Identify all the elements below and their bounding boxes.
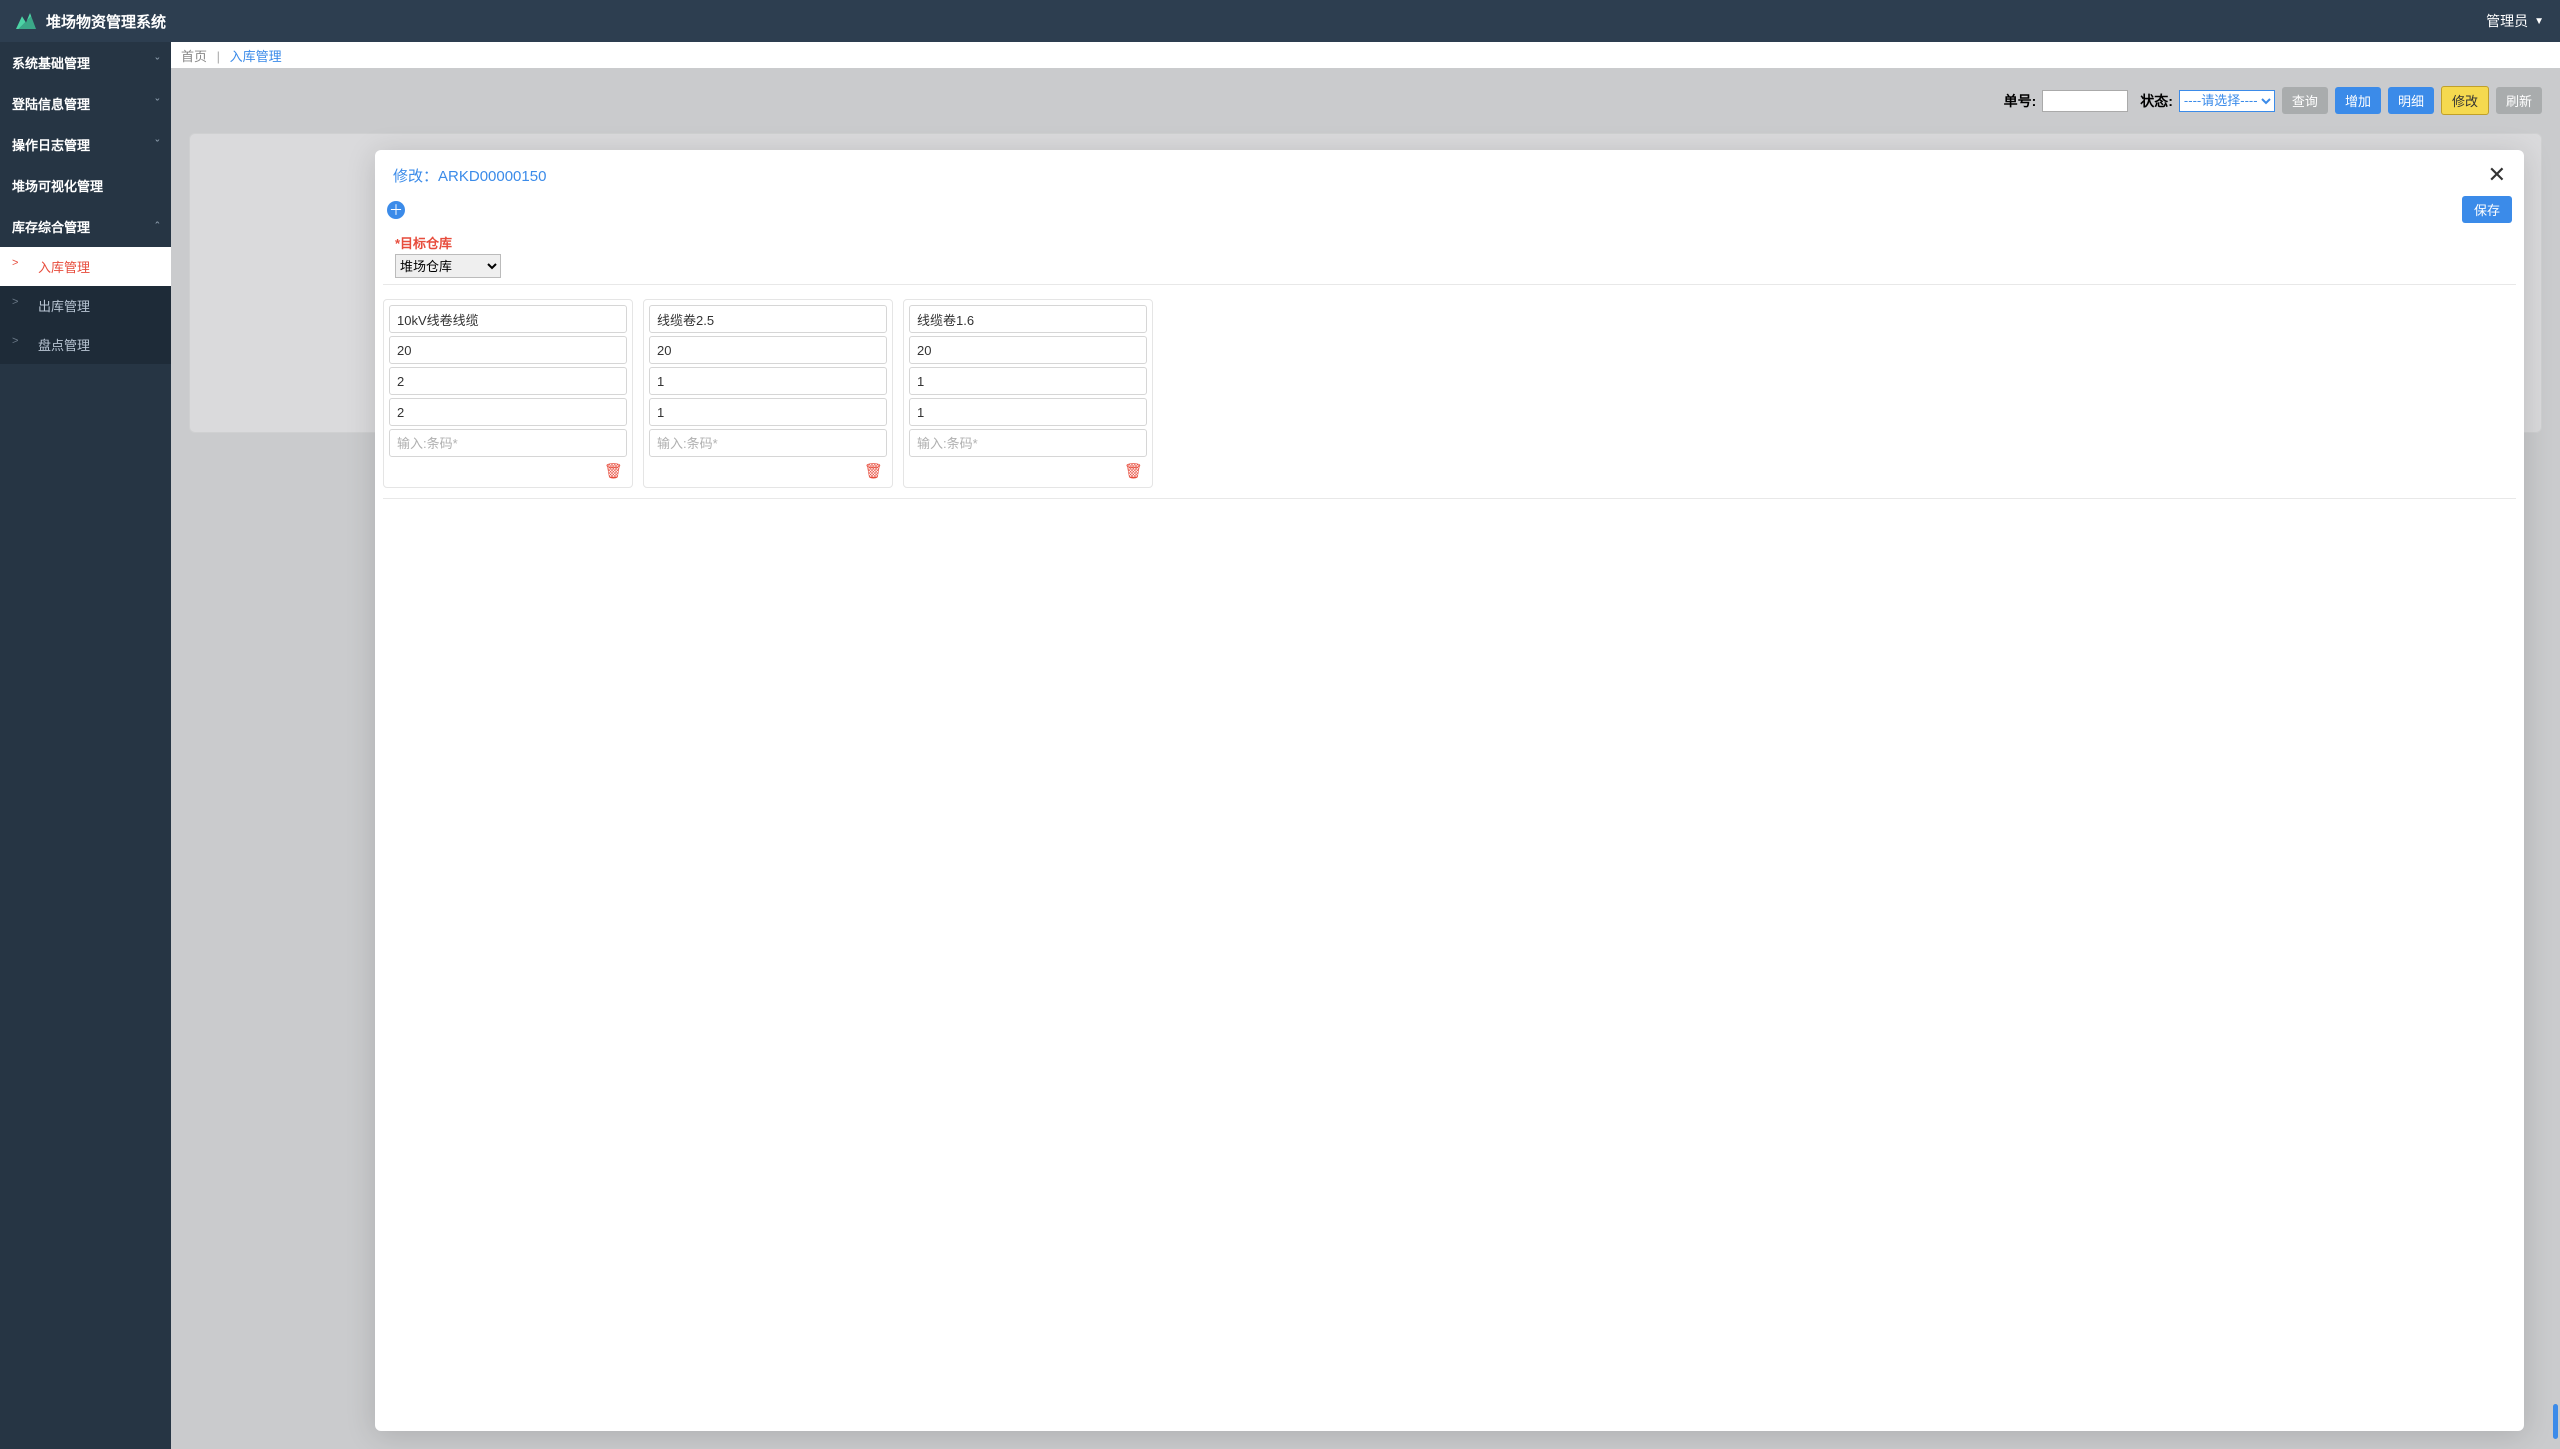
close-icon[interactable]: ✕: [2488, 162, 2506, 188]
order-label: 单号:: [2004, 91, 2037, 111]
menu-group-oplog[interactable]: 操作日志管理 ˇ: [0, 124, 171, 165]
sidebar-item-inbound[interactable]: 入库管理: [0, 247, 171, 286]
item-card: 🗑: [643, 299, 893, 488]
menu-group-login[interactable]: 登陆信息管理 ˇ: [0, 83, 171, 124]
order-input[interactable]: [2042, 90, 2128, 112]
chevron-down-icon: ˇ: [155, 98, 159, 110]
delete-icon[interactable]: 🗑: [1124, 462, 1143, 480]
chevron-up-icon: ˆ: [155, 221, 159, 233]
sidebar-item-label: 入库管理: [38, 260, 90, 275]
item-card: 🗑: [903, 299, 1153, 488]
status-select[interactable]: ----请选择----: [2179, 90, 2275, 112]
menu-group-inventory[interactable]: 库存综合管理 ˆ: [0, 206, 171, 247]
sidebar-item-label: 出库管理: [38, 299, 90, 314]
sidebar-item-label: 盘点管理: [38, 338, 90, 353]
item-qty-input[interactable]: [649, 336, 887, 364]
item-name-input[interactable]: [389, 305, 627, 333]
scrollbar-thumb[interactable]: [2553, 1404, 2558, 1439]
target-warehouse-select[interactable]: 堆场仓库: [395, 254, 501, 278]
submenu: 入库管理 出库管理 盘点管理: [0, 247, 171, 364]
item-name-input[interactable]: [649, 305, 887, 333]
chevron-down-icon: ˇ: [155, 57, 159, 69]
item-field-a-input[interactable]: [649, 367, 887, 395]
breadcrumb-home[interactable]: 首页: [181, 49, 207, 64]
target-warehouse-label: *目标仓库: [395, 233, 2504, 252]
breadcrumb: 首页 | 入库管理: [171, 42, 2560, 68]
item-qty-input[interactable]: [909, 336, 1147, 364]
main: 首页 | 入库管理 单号: 状态: ----请选择---- 查询 增加 明细 修…: [171, 42, 2560, 1449]
sidebar: 系统基础管理 ˇ 登陆信息管理 ˇ 操作日志管理 ˇ 堆场可视化管理 库存综合管…: [0, 42, 171, 1449]
item-field-b-input[interactable]: [389, 398, 627, 426]
app-title: 堆场物资管理系统: [46, 11, 166, 32]
sidebar-item-check[interactable]: 盘点管理: [0, 325, 171, 364]
menu-group-label: 操作日志管理: [12, 135, 90, 154]
chevron-down-icon: ˇ: [155, 139, 159, 151]
edit-modal: 修改：ARKD00000150 ✕ ＋ 保存 *目标仓库 堆场仓库: [375, 150, 2524, 1431]
menu-group-label: 登陆信息管理: [12, 94, 90, 113]
edit-button[interactable]: 修改: [2441, 86, 2489, 115]
menu-group-visual[interactable]: 堆场可视化管理: [0, 165, 171, 206]
item-field-b-input[interactable]: [909, 398, 1147, 426]
menu-group-label: 系统基础管理: [12, 53, 90, 72]
delete-icon[interactable]: 🗑: [604, 462, 623, 480]
breadcrumb-current: 入库管理: [230, 49, 282, 64]
item-barcode-input[interactable]: [389, 429, 627, 457]
add-item-button[interactable]: ＋: [387, 201, 405, 219]
item-field-b-input[interactable]: [649, 398, 887, 426]
delete-icon[interactable]: 🗑: [864, 462, 883, 480]
item-name-input[interactable]: [909, 305, 1147, 333]
logo-icon: [16, 13, 36, 29]
user-name: 管理员: [2486, 11, 2528, 31]
refresh-button[interactable]: 刷新: [2496, 87, 2542, 114]
topbar: 堆场物资管理系统 管理员 ▼: [0, 0, 2560, 42]
add-button[interactable]: 增加: [2335, 87, 2381, 114]
user-menu[interactable]: 管理员 ▼: [2486, 11, 2544, 31]
item-card: 🗑: [383, 299, 633, 488]
breadcrumb-sep: |: [217, 49, 220, 64]
caret-down-icon: ▼: [2534, 16, 2544, 27]
sidebar-item-outbound[interactable]: 出库管理: [0, 286, 171, 325]
status-label: 状态:: [2140, 91, 2173, 111]
item-qty-input[interactable]: [389, 336, 627, 364]
item-cards: 🗑 🗑 🗑: [375, 285, 2524, 488]
menu-group-label: 库存综合管理: [12, 217, 90, 236]
menu-group-label: 堆场可视化管理: [12, 176, 103, 195]
item-barcode-input[interactable]: [909, 429, 1147, 457]
toolbar: 单号: 状态: ----请选择---- 查询 增加 明细 修改 刷新: [171, 68, 2560, 115]
item-field-a-input[interactable]: [389, 367, 627, 395]
menu-group-system[interactable]: 系统基础管理 ˇ: [0, 42, 171, 83]
detail-button[interactable]: 明细: [2388, 87, 2434, 114]
save-button[interactable]: 保存: [2462, 196, 2512, 223]
query-button[interactable]: 查询: [2282, 87, 2328, 114]
modal-title: 修改：ARKD00000150: [393, 165, 546, 186]
item-barcode-input[interactable]: [649, 429, 887, 457]
item-field-a-input[interactable]: [909, 367, 1147, 395]
